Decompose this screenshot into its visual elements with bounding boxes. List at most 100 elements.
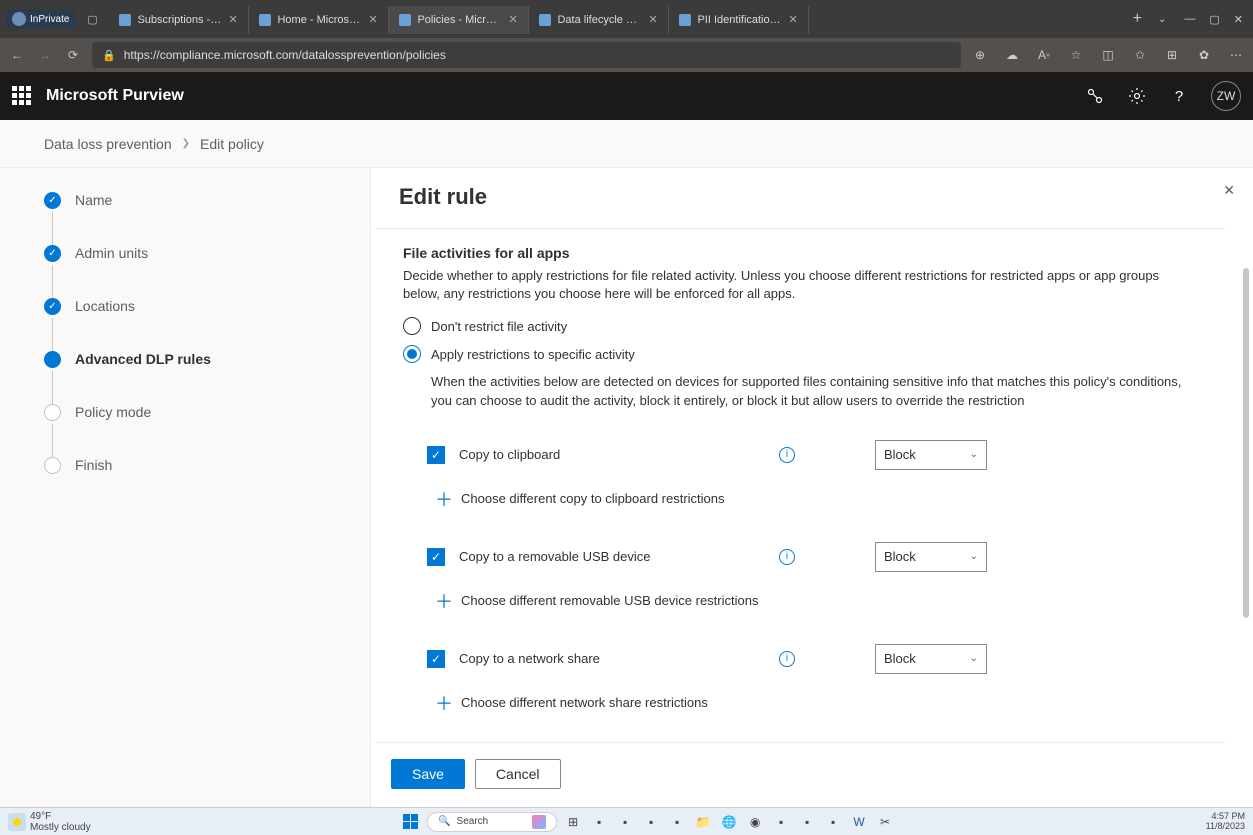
- shopping-icon[interactable]: ☁: [1003, 46, 1021, 64]
- browser-tab[interactable]: Policies - Microsoft Purview✕: [389, 6, 529, 34]
- activity-action-dropdown[interactable]: Block⌄: [875, 644, 987, 674]
- wizard-step[interactable]: Advanced DLP rules: [44, 351, 370, 404]
- tab-close-button[interactable]: ✕: [788, 15, 798, 25]
- tab-close-button[interactable]: ✕: [368, 15, 378, 25]
- wizard-step[interactable]: ✓Name: [44, 192, 370, 245]
- more-icon[interactable]: ⋯: [1227, 46, 1245, 64]
- activity-checkbox[interactable]: ✓: [427, 650, 445, 668]
- user-avatar[interactable]: ZW: [1211, 81, 1241, 111]
- radio-dont-restrict[interactable]: Don't restrict file activity: [403, 317, 1195, 335]
- taskbar-app-3[interactable]: ▪: [641, 812, 661, 832]
- weather-icon: [8, 813, 26, 831]
- tab-close-button[interactable]: ✕: [228, 15, 238, 25]
- taskbar-search[interactable]: 🔍 Search: [427, 812, 557, 832]
- wizard-step[interactable]: ✓Locations: [44, 298, 370, 351]
- radio-icon[interactable]: [403, 317, 421, 335]
- info-icon[interactable]: i: [779, 447, 795, 463]
- window-maximize-button[interactable]: ▢: [1209, 13, 1219, 26]
- activity-checkbox[interactable]: ✓: [427, 446, 445, 464]
- tab-close-button[interactable]: ✕: [508, 15, 518, 25]
- window-minimize-button[interactable]: ―: [1184, 13, 1195, 26]
- taskbar-app-1[interactable]: ▪: [589, 812, 609, 832]
- tab-chevron-icon[interactable]: ⌄: [1150, 14, 1174, 25]
- taskbar-app-5[interactable]: ▪: [771, 812, 791, 832]
- breadcrumb-leaf: Edit policy: [200, 136, 264, 152]
- lock-icon: 🔒: [102, 49, 116, 62]
- address-field[interactable]: 🔒 https://compliance.microsoft.com/datal…: [92, 42, 961, 68]
- start-button[interactable]: [401, 812, 421, 832]
- taskbar-app-4[interactable]: ▪: [667, 812, 687, 832]
- tab-favicon-icon: [259, 14, 271, 26]
- taskbar-weather[interactable]: 49°F Mostly cloudy: [8, 811, 91, 833]
- radio-apply-restrictions[interactable]: Apply restrictions to specific activity: [403, 345, 1195, 363]
- edit-rule-panel: ✕ Edit rule File activities for all apps…: [370, 168, 1253, 807]
- save-button[interactable]: Save: [391, 759, 465, 789]
- panel-title: Edit rule: [399, 184, 1225, 220]
- plus-icon: ＋: [435, 486, 451, 512]
- sublink-label: Choose different copy to clipboard restr…: [461, 491, 725, 506]
- wizard-step[interactable]: ✓Admin units: [44, 245, 370, 298]
- radio-icon[interactable]: [403, 345, 421, 363]
- taskbar-app-2[interactable]: ▪: [615, 812, 635, 832]
- step-label: Admin units: [75, 245, 148, 261]
- split-icon[interactable]: ◫: [1099, 46, 1117, 64]
- activity-action-dropdown[interactable]: Block⌄: [875, 440, 987, 470]
- activity-sublink[interactable]: ＋Choose different removable USB device r…: [435, 588, 1195, 614]
- section-description: Decide whether to apply restrictions for…: [403, 267, 1195, 303]
- browser-tab[interactable]: Home - Microsoft Purview ✕: [249, 6, 389, 34]
- collections-icon[interactable]: ⊞: [1163, 46, 1181, 64]
- inprivate-label: InPrivate: [30, 14, 69, 25]
- info-icon[interactable]: i: [779, 651, 795, 667]
- taskbar-edge[interactable]: 🌐: [719, 812, 739, 832]
- wizard-steps: ✓Name✓Admin units✓LocationsAdvanced DLP …: [0, 168, 370, 807]
- cancel-button[interactable]: Cancel: [475, 759, 561, 789]
- favorite-icon[interactable]: ☆: [1067, 46, 1085, 64]
- taskbar-explorer[interactable]: 📁: [693, 812, 713, 832]
- taskbar-word[interactable]: W: [849, 812, 869, 832]
- activity-checkbox[interactable]: ✓: [427, 548, 445, 566]
- panel-close-button[interactable]: ✕: [1223, 182, 1235, 199]
- activity-sublink[interactable]: ＋ Choose different copy to clipboard rest…: [435, 486, 1195, 512]
- panel-footer: Save Cancel: [371, 743, 1253, 807]
- taskbar-app-6[interactable]: ▪: [823, 812, 843, 832]
- info-icon[interactable]: i: [779, 549, 795, 565]
- breadcrumb-root[interactable]: Data loss prevention: [44, 136, 172, 152]
- browser-tab[interactable]: Subscriptions - Microsoft 365 ad ✕: [109, 6, 249, 34]
- taskbar-clock[interactable]: 4:57 PM 11/8/2023: [1206, 812, 1245, 832]
- zoom-icon[interactable]: ⊕: [971, 46, 989, 64]
- tab-label: Home - Microsoft Purview: [277, 14, 362, 26]
- tab-label: Subscriptions - Microsoft 365 ad: [137, 14, 222, 26]
- wizard-step[interactable]: Policy mode: [44, 404, 370, 457]
- taskbar-teams[interactable]: ▪: [797, 812, 817, 832]
- scrollbar-thumb[interactable]: [1243, 268, 1249, 618]
- taskbar-snip[interactable]: ✂: [875, 812, 895, 832]
- settings-gear-icon[interactable]: [1127, 86, 1147, 106]
- step-label: Policy mode: [75, 404, 151, 420]
- readaloud-icon[interactable]: A»: [1035, 46, 1053, 64]
- dropdown-value: Block: [884, 447, 916, 462]
- diagnostics-icon[interactable]: [1085, 86, 1105, 106]
- tab-close-button[interactable]: ✕: [648, 15, 658, 25]
- sublink-label: Choose different network share restricti…: [461, 695, 708, 710]
- plus-icon: ＋: [435, 588, 451, 614]
- workspaces-icon[interactable]: ▢: [83, 10, 101, 28]
- window-close-button[interactable]: ✕: [1234, 13, 1243, 26]
- activity-sublink[interactable]: ＋Choose different network share restrict…: [435, 690, 1195, 716]
- extensions-icon[interactable]: ✿: [1195, 46, 1213, 64]
- weather-desc: Mostly cloudy: [30, 822, 91, 833]
- restrictions-subtext: When the activities below are detected o…: [431, 373, 1195, 409]
- new-tab-button[interactable]: +: [1125, 10, 1150, 28]
- activity-action-dropdown[interactable]: Block⌄: [875, 542, 987, 572]
- wizard-step[interactable]: Finish: [44, 457, 370, 510]
- taskview-icon[interactable]: ⊞: [563, 812, 583, 832]
- browser-tab[interactable]: Data lifecycle management - Mi✕: [529, 6, 669, 34]
- browser-tab[interactable]: PII Identification and Minimizati✕: [669, 6, 809, 34]
- dropdown-value: Block: [884, 651, 916, 666]
- activity-label: Copy to clipboard: [459, 447, 779, 462]
- taskbar-chrome[interactable]: ◉: [745, 812, 765, 832]
- help-icon[interactable]: ?: [1169, 86, 1189, 106]
- nav-refresh-button[interactable]: ⟳: [64, 46, 82, 64]
- app-launcher-button[interactable]: [12, 86, 32, 106]
- favorites-bar-icon[interactable]: ✩: [1131, 46, 1149, 64]
- nav-back-button[interactable]: ←: [8, 46, 26, 64]
